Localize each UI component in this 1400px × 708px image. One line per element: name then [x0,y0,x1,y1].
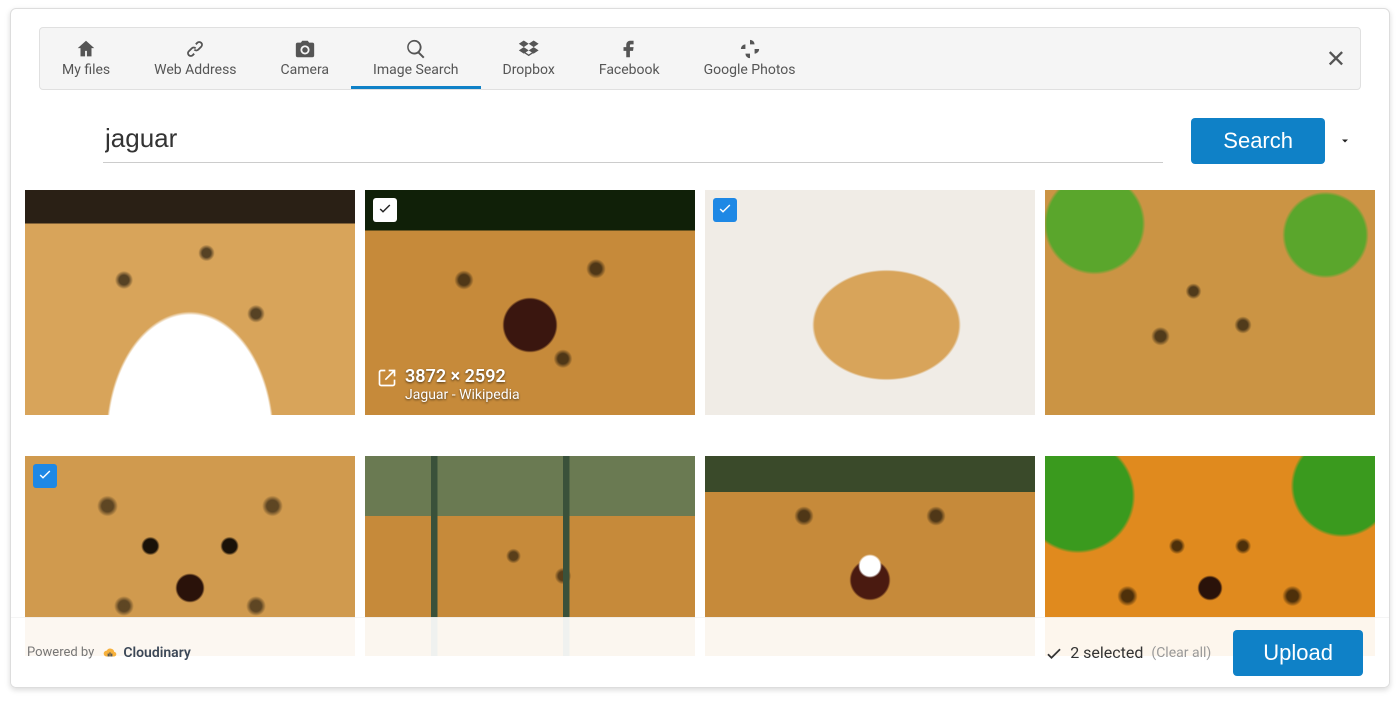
tab-label: Image Search [373,62,458,78]
results-grid: 3872 × 2592 Jaguar - Wikipedia [11,176,1389,687]
check-icon [1044,643,1064,663]
tab-label: Google Photos [704,62,796,78]
open-external-icon[interactable] [377,368,397,392]
result-thumbnail[interactable]: 3872 × 2592 Jaguar - Wikipedia [365,190,695,415]
cloud-icon [100,646,120,660]
dropbox-icon [516,38,542,60]
tab-image-search[interactable]: Image Search [351,28,480,89]
select-checkbox[interactable] [373,198,397,222]
caret-down-icon [1339,132,1351,151]
result-dimensions: 3872 × 2592 [405,366,520,387]
link-icon [182,38,208,60]
search-row: Search [103,118,1351,164]
tab-label: My files [62,62,110,78]
footer-bar: Powered by Cloudinary 2 selected (Clear … [11,617,1389,687]
close-button[interactable]: ✕ [1326,47,1346,71]
search-options-dropdown[interactable] [1339,132,1351,151]
search-button[interactable]: Search [1191,118,1325,164]
selection-info: 2 selected (Clear all) [1044,643,1211,663]
cloudinary-logo[interactable]: Cloudinary [100,645,191,661]
result-thumbnail[interactable] [1045,190,1375,415]
source-tabs-bar: My files Web Address Camera Image Search… [39,27,1361,90]
tab-label: Web Address [154,62,236,78]
tab-web-address[interactable]: Web Address [132,28,258,89]
powered-by-label: Powered by Cloudinary [27,645,191,661]
result-title: Jaguar - Wikipedia [405,387,520,403]
result-info-overlay: 3872 × 2592 Jaguar - Wikipedia [377,366,520,403]
selected-count: 2 selected [1070,643,1143,662]
close-icon: ✕ [1326,45,1346,73]
tab-facebook[interactable]: Facebook [577,28,682,89]
tab-google-photos[interactable]: Google Photos [682,28,818,89]
camera-icon [292,38,318,60]
tab-camera[interactable]: Camera [259,28,352,89]
result-thumbnail[interactable] [25,190,355,415]
select-checkbox[interactable] [713,198,737,222]
tab-label: Camera [281,62,330,78]
upload-widget-window: My files Web Address Camera Image Search… [10,8,1390,688]
result-image [1045,190,1375,415]
select-checkbox[interactable] [33,464,57,488]
clear-all-link[interactable]: (Clear all) [1151,645,1211,661]
result-image [705,190,1035,415]
facebook-icon [616,38,642,60]
tab-dropbox[interactable]: Dropbox [481,28,577,89]
tab-label: Facebook [599,62,660,78]
check-icon [37,466,53,486]
result-image [25,190,355,415]
tab-label: Dropbox [503,62,555,78]
search-input[interactable] [103,119,1163,163]
result-thumbnail[interactable] [705,190,1035,415]
tab-my-files[interactable]: My files [40,28,132,89]
home-icon [73,38,99,60]
check-icon [717,200,733,220]
google-photos-icon [737,38,763,60]
check-icon [377,200,393,220]
search-icon [403,38,429,60]
upload-button[interactable]: Upload [1233,630,1363,676]
